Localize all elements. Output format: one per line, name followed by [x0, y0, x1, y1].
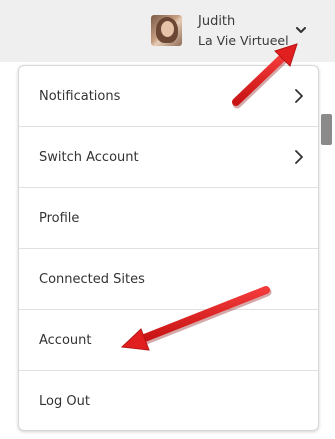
menu-item-notifications[interactable]: Notifications	[19, 66, 318, 127]
top-bar: Judith La Vie Virtueel	[0, 0, 335, 62]
menu-item-label: Log Out	[39, 394, 90, 409]
menu-item-log-out[interactable]: Log Out	[19, 371, 318, 430]
menu-item-switch-account[interactable]: Switch Account	[19, 127, 318, 188]
menu-item-connected-sites[interactable]: Connected Sites	[19, 249, 318, 310]
user-name[interactable]: Judith	[198, 14, 235, 29]
scrollbar-thumb[interactable]	[321, 114, 332, 145]
menu-item-label: Notifications	[39, 88, 121, 104]
site-name[interactable]: La Vie Virtueel	[198, 33, 289, 48]
menu-item-label: Profile	[39, 210, 80, 226]
chevron-right-icon	[295, 89, 303, 103]
user-avatar[interactable]	[151, 15, 182, 46]
menu-item-account[interactable]: Account	[19, 310, 318, 371]
avatar-face	[161, 21, 174, 37]
menu-item-label: Switch Account	[39, 149, 139, 165]
menu-item-label: Connected Sites	[39, 271, 145, 287]
menu-item-label: Account	[39, 332, 92, 348]
account-dropdown-button[interactable]	[293, 22, 309, 38]
chevron-right-icon	[295, 150, 303, 164]
account-dropdown-menu: Notifications Switch Account Profile Con…	[18, 65, 319, 431]
menu-item-profile[interactable]: Profile	[19, 188, 318, 249]
chevron-down-icon	[296, 26, 306, 33]
